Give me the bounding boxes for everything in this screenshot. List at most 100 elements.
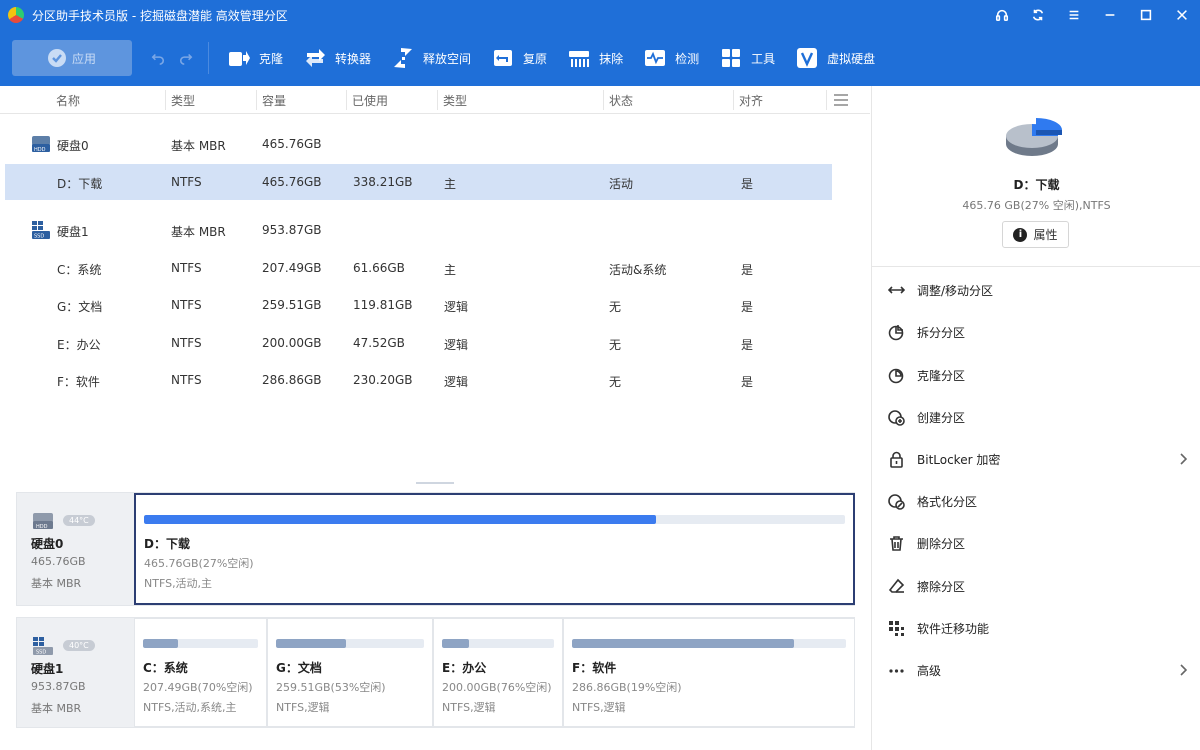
header-status[interactable]: 状态 [609,92,633,109]
table-row-disk-0[interactable]: HDD 硬盘0 基本 MBR 465.76GB [0,126,870,162]
table-row-partition-f[interactable]: F：软件 NTFS 286.86GB 230.20GB 逻辑 无 是 [0,362,870,398]
close-button[interactable] [1164,0,1200,30]
partition-block-name: F：软件 [572,661,617,675]
hamburger-icon [1069,10,1079,20]
tools-button[interactable]: 工具 [709,40,785,76]
partition-block-detail: 465.76GB(27%空闲) [144,557,254,570]
partition-align: 是 [741,338,754,352]
partition-type: 逻辑 [444,375,469,389]
disk-map-type: 基本 MBR [31,577,82,590]
toolbar-separator [208,42,209,74]
disk-list-pane: 名称 类型 容量 已使用 类型 状态 对齐 HDD 硬盘0 基本 MBR 465… [0,86,870,750]
header-capacity[interactable]: 容量 [262,92,286,109]
maximize-button[interactable] [1128,0,1164,30]
op-label: BitLocker 加密 [917,452,1001,467]
svg-text:HDD: HDD [36,524,48,530]
partition-used: 47.52GB [353,336,405,350]
partition-block-name: E：办公 [442,661,487,675]
op-delete[interactable]: 删除分区 [872,525,1200,561]
op-create-partition[interactable]: 创建分区 [872,399,1200,435]
table-row-disk-1[interactable]: SSD 硬盘1 基本 MBR 953.87GB [0,212,870,248]
clone-label: 克隆 [259,51,284,66]
pane-resize-handle[interactable] [416,482,454,484]
disk-name: 硬盘0 [57,139,89,153]
tools-label: 工具 [751,51,776,66]
virtual-disk-button[interactable]: 虚拟硬盘 [785,40,885,76]
partition-block-fs: NTFS,逻辑 [572,701,626,714]
clone-button[interactable]: 克隆 [217,40,293,76]
partition-usage-pie-icon [1006,118,1062,156]
redo-icon[interactable] [179,51,193,65]
chevron-right-icon [1179,453,1188,468]
window-controls [984,0,1200,30]
header-align[interactable]: 对齐 [739,92,763,109]
temperature-badge: 40°C [63,640,95,651]
partition-fs: NTFS [171,336,202,350]
disk-type: 基本 MBR [171,139,226,153]
partition-capacity: 465.76GB [262,175,322,189]
usage-bar-fill [143,639,178,648]
op-clone-partition[interactable]: 克隆分区 [872,357,1200,393]
free-space-button[interactable]: 释放空间 [381,40,481,76]
partition-used: 119.81GB [353,298,413,312]
lock-icon [889,451,903,468]
eraser-icon [888,578,904,593]
table-row-partition-e[interactable]: E：办公 NTFS 200.00GB 47.52GB 逻辑 无 是 [0,325,870,361]
header-used[interactable]: 已使用 [352,92,388,109]
column-settings-icon[interactable] [833,93,849,110]
disk-map-disk-1: SSD 40°C 硬盘1 953.87GB 基本 MBR C：系统 207.49… [16,617,855,728]
partition-block-detail: 286.86GB(19%空闲) [572,681,682,694]
properties-button[interactable]: i 属性 [1002,221,1069,248]
op-wipe[interactable]: 擦除分区 [872,568,1200,604]
op-split[interactable]: 拆分分区 [872,314,1200,350]
header-name[interactable]: 名称 [56,92,80,109]
op-app-migrate[interactable]: 软件迁移功能 [872,610,1200,646]
header-partition-type[interactable]: 类型 [443,92,467,109]
partition-block-f[interactable]: F：软件 286.86GB(19%空闲) NTFS,逻辑 [563,618,855,727]
partition-used: 230.20GB [353,373,413,387]
op-advanced[interactable]: 高级 [872,652,1200,688]
table-row-partition-d[interactable]: D：下载 NTFS 465.76GB 338.21GB 主 活动 是 [5,164,832,200]
partition-block-name: C：系统 [143,661,188,675]
converter-button[interactable]: 转换器 [293,40,381,76]
undo-icon[interactable] [151,51,165,65]
more-icon [888,668,904,673]
table-row-partition-c[interactable]: C：系统 NTFS 207.49GB 61.66GB 主 活动&系统 是 [0,250,870,286]
wipe-button[interactable]: 抹除 [557,40,633,76]
disk-map-type: 基本 MBR [31,702,82,715]
menu-button[interactable] [1056,0,1092,30]
table-row-partition-g[interactable]: G：文档 NTFS 259.51GB 119.81GB 逻辑 无 是 [0,287,870,323]
detect-button[interactable]: 检测 [633,40,709,76]
header-type[interactable]: 类型 [171,92,195,109]
partition-block-c[interactable]: C：系统 207.49GB(70%空闲) NTFS,活动,系统,主 [134,618,267,727]
partition-block-detail: 200.00GB(76%空闲) [442,681,552,694]
op-bitlocker[interactable]: BitLocker 加密 [872,441,1200,477]
minimize-button[interactable] [1092,0,1128,30]
refresh-button[interactable] [1020,0,1056,30]
partition-name: E：办公 [57,338,101,352]
usage-bar-fill [276,639,346,648]
restore-button[interactable]: 复原 [481,40,557,76]
virtual-disk-label: 虚拟硬盘 [827,51,876,66]
op-resize-move[interactable]: 调整/移动分区 [872,272,1200,308]
info-icon: i [1013,227,1028,242]
hdd-icon: HDD [32,136,50,153]
apply-button[interactable]: 应用 [12,40,132,76]
partition-block-fs: NTFS,活动,系统,主 [143,701,237,714]
disk-map-info[interactable]: HDD 44°C 硬盘0 465.76GB 基本 MBR [17,493,134,605]
partition-block-g[interactable]: G：文档 259.51GB(53%空闲) NTFS,逻辑 [267,618,433,727]
panel-divider [872,266,1200,267]
support-button[interactable] [984,0,1020,30]
maximize-icon [1140,9,1152,21]
partition-fs: NTFS [171,261,202,275]
partition-status: 无 [609,338,622,352]
partition-block-e[interactable]: E：办公 200.00GB(76%空闲) NTFS,逻辑 [433,618,563,727]
partition-block-d[interactable]: D：下载 465.76GB(27%空闲) NTFS,活动,主 [134,493,855,605]
partition-capacity: 200.00GB [262,336,322,350]
partition-status: 无 [609,300,622,314]
svg-text:SSD: SSD [36,650,46,656]
app-logo-icon [8,7,24,23]
op-label: 创建分区 [917,410,966,425]
disk-map-info[interactable]: SSD 40°C 硬盘1 953.87GB 基本 MBR [17,618,134,727]
op-format[interactable]: 格式化分区 [872,483,1200,519]
